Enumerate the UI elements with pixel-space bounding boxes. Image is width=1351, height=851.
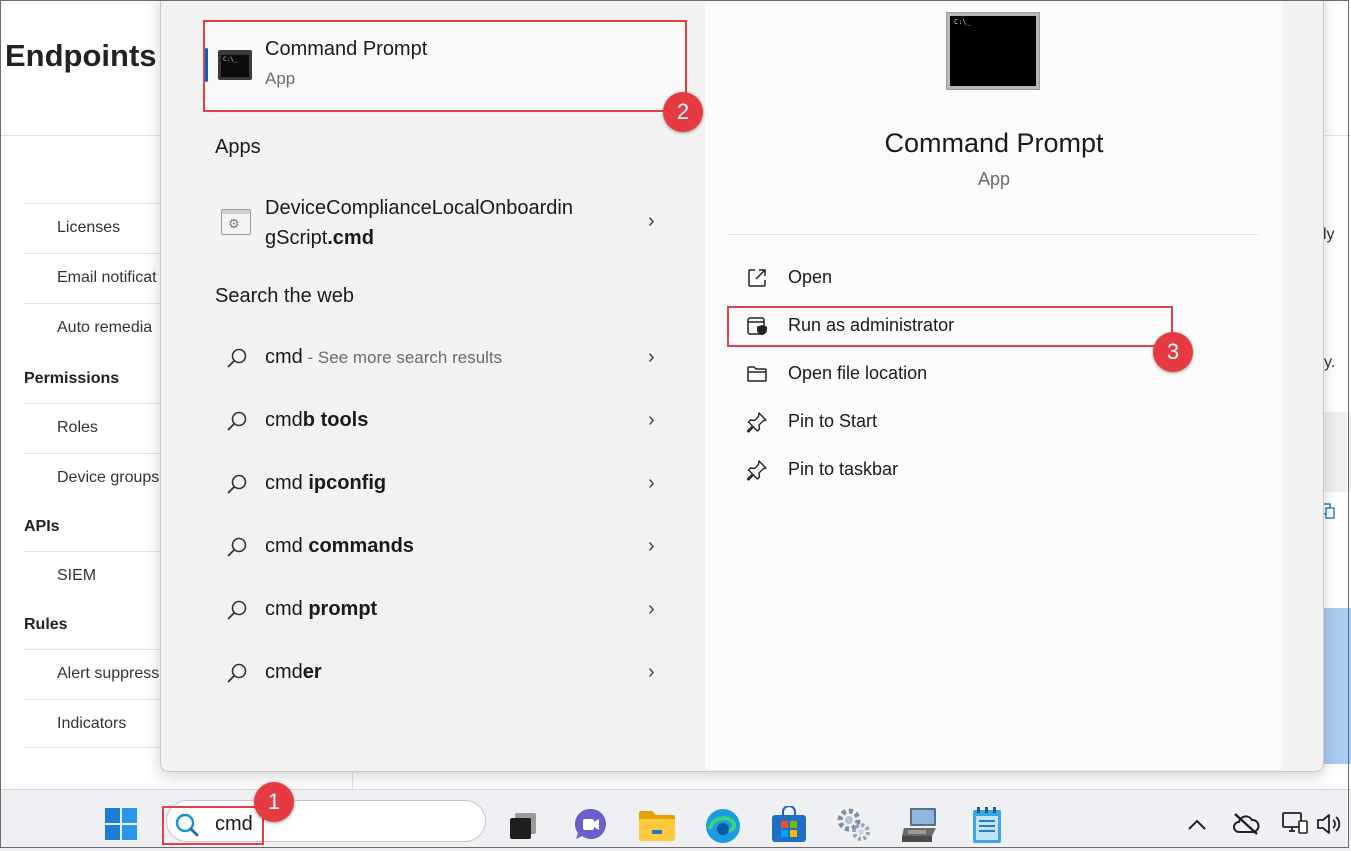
action-label: Pin to Start: [788, 411, 878, 431]
pin-icon: [746, 460, 767, 481]
web-result-suggestion: commands: [308, 535, 414, 557]
action-label: Open: [788, 267, 833, 287]
nav-header-rules: Rules: [24, 616, 68, 633]
edge-icon[interactable]: [704, 807, 742, 845]
selected-row-highlight: [1322, 608, 1351, 764]
nav-item-licenses[interactable]: Licenses: [24, 203, 164, 253]
web-result-suggestion: ipconfig: [308, 472, 387, 494]
web-search-header: Search the web: [215, 285, 354, 307]
nav-item-indicators[interactable]: Indicators: [24, 699, 164, 749]
chevron-right-icon: ›: [648, 472, 655, 494]
network-icon[interactable]: [1281, 811, 1309, 837]
content-band: [1322, 412, 1351, 492]
app-result-name: gScript: [265, 227, 328, 249]
details-title: Command Prompt: [884, 128, 1104, 158]
nav-item-label: Roles: [57, 419, 98, 436]
chevron-up-icon[interactable]: [1186, 815, 1208, 835]
nav-header-apis: APIs: [24, 518, 60, 535]
nav-item-siem[interactable]: SIEM: [24, 551, 164, 601]
nav-item-device-groups[interactable]: Device groups: [24, 453, 164, 503]
web-result-text: cmd - See more search results: [265, 346, 502, 369]
search-icon: [227, 411, 247, 431]
app-result-line1: DeviceComplianceLocalOnboardin: [265, 197, 573, 219]
search-icon: [227, 537, 247, 557]
web-result-text: cmd commands: [265, 535, 414, 558]
chevron-right-icon: ›: [648, 598, 655, 620]
web-result-text: cmd ipconfig: [265, 472, 386, 495]
action-open[interactable]: Open: [742, 266, 1162, 292]
details-divider: [728, 234, 1258, 235]
web-result-text: cmder: [265, 661, 322, 684]
nav-item-roles[interactable]: Roles: [24, 403, 164, 453]
web-result-query: cmd: [265, 661, 303, 683]
search-icon: [227, 600, 247, 620]
task-view-icon[interactable]: [507, 810, 539, 842]
annotation-badge-1: 1: [254, 782, 294, 822]
web-result-text: cmd prompt: [265, 598, 377, 621]
chevron-right-icon: ›: [648, 409, 655, 431]
right-text-fragment: y.: [1324, 354, 1336, 371]
nav-item-label: SIEM: [57, 567, 97, 584]
page-title: Endpoints: [5, 38, 157, 73]
nav-item-label: Auto remedia: [57, 319, 153, 336]
details-subtitle: App: [977, 169, 1011, 189]
teams-chat-icon[interactable]: [572, 806, 610, 844]
chevron-right-icon: ›: [648, 661, 655, 683]
windows-start-icon[interactable]: [104, 807, 138, 841]
web-result-suggestion: b tools: [302, 409, 369, 431]
action-label: Open file location: [788, 363, 928, 383]
nav-item-label: Device groups: [57, 469, 160, 486]
nav-item-auto-remediation[interactable]: Auto remedia: [24, 303, 164, 353]
annotation-box-2: [203, 20, 687, 112]
action-pin-to-taskbar[interactable]: Pin to taskbar: [742, 458, 1162, 484]
web-result-text: cmdb tools: [265, 409, 368, 432]
annotation-badge-3: 3: [1153, 332, 1193, 372]
chevron-right-icon: ›: [648, 346, 655, 368]
chevron-right-icon: ›: [648, 535, 655, 557]
settings-icon[interactable]: [835, 806, 873, 844]
nav-item-alert-suppression[interactable]: Alert suppress: [24, 649, 164, 699]
notepad-icon[interactable]: [970, 806, 1004, 844]
web-result-query: cmd: [265, 346, 303, 368]
remote-desktop-icon[interactable]: [900, 806, 940, 844]
nav-item-email-notifications[interactable]: Email notificat: [24, 253, 164, 303]
content-divider: [352, 770, 353, 790]
web-result-query: cmd: [265, 535, 309, 557]
right-text-fragment: ly: [1323, 226, 1335, 243]
annotation-box-3: [727, 306, 1173, 347]
pin-icon: [746, 412, 767, 433]
folder-icon: [747, 366, 767, 382]
open-external-icon: [748, 269, 766, 287]
web-result-query: cmd: [265, 409, 303, 431]
search-icon: [227, 474, 247, 494]
web-result-query: cmd: [265, 472, 309, 494]
nav-item-label: Alert suppress: [57, 665, 160, 682]
action-pin-to-start[interactable]: Pin to Start: [742, 410, 1162, 436]
annotation-box-1: [162, 806, 264, 845]
nav-header-permissions: Permissions: [24, 370, 120, 387]
web-result-suggestion: er: [302, 661, 322, 683]
cmd-large-icon: C:\_: [946, 12, 1040, 90]
onedrive-offline-icon[interactable]: [1232, 812, 1260, 836]
nav-item-label: Indicators: [57, 715, 127, 732]
nav-item-label: Licenses: [57, 219, 121, 236]
web-result-hint: - See more search results: [302, 348, 503, 367]
nav-divider: [24, 747, 164, 748]
search-icon: [227, 348, 247, 368]
volume-icon[interactable]: [1315, 811, 1343, 837]
store-icon[interactable]: [770, 806, 808, 844]
chevron-right-icon: ›: [648, 210, 655, 232]
annotation-badge-2: 2: [663, 92, 703, 132]
action-label: Pin to taskbar: [788, 459, 899, 479]
app-result-extension: .cmd: [327, 227, 374, 249]
nav-item-label: Email notificat: [57, 269, 157, 286]
action-open-file-location[interactable]: Open file location: [742, 362, 1162, 388]
file-explorer-icon[interactable]: [638, 808, 676, 842]
script-icon: ⚙: [221, 209, 251, 235]
search-icon: [227, 663, 247, 683]
app-result-line2: gScript.cmd: [265, 227, 374, 250]
web-result-suggestion: prompt: [308, 598, 378, 620]
web-result-query: cmd: [265, 598, 309, 620]
apps-header: Apps: [215, 136, 261, 158]
